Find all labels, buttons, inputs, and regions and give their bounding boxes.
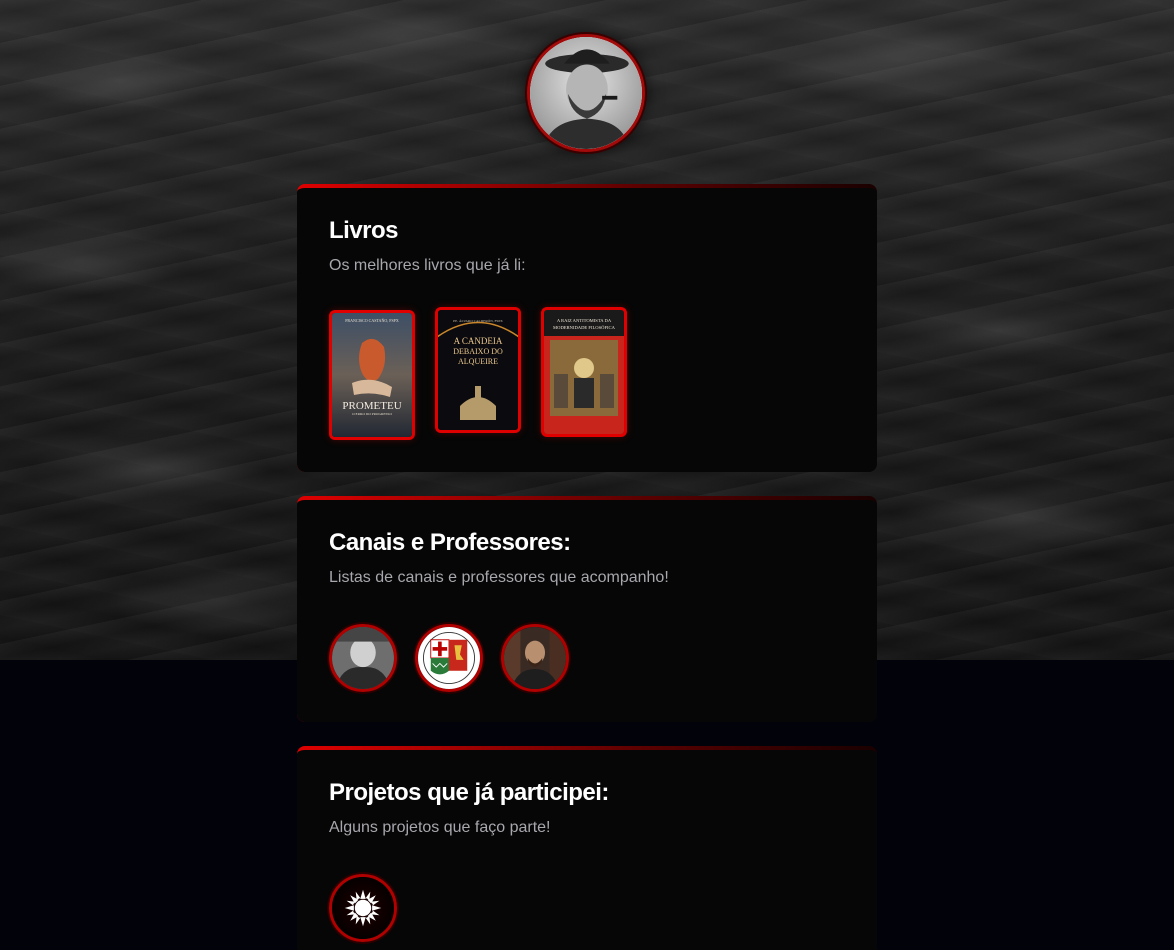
projects-card: Projetos que já participei: Alguns proje… [297,746,877,950]
svg-text:A CANDEIA: A CANDEIA [454,336,503,346]
project-sun-icon[interactable] [329,874,397,942]
svg-text:MODERNIDADE FILOSÓFICA: MODERNIDADE FILOSÓFICA [553,325,616,330]
svg-text:A RAIZ ANTITOMISTA DA: A RAIZ ANTITOMISTA DA [557,318,612,323]
book-cover-prometeu[interactable]: FRANCISCO CASTAÑO, FSPX PROMETEU O ERRO … [329,310,415,440]
channel-avatar-3[interactable] [501,624,569,692]
book-cover-candeia[interactable]: PE. ÁLVARO CALDERÓN, FSPX A CANDEIA DEBA… [435,307,521,433]
book-cover-raiz-antitomista[interactable]: A RAIZ ANTITOMISTA DA MODERNIDADE FILOSÓ… [541,307,627,437]
profile-photo-icon [530,37,642,149]
channel-avatar-1[interactable] [329,624,397,692]
section-title: Canais e Professores: [329,529,571,556]
section-title: Livros [329,217,399,244]
books-card: Livros Os melhores livros que já li: FRA… [297,184,877,472]
section-subtitle: Listas de canais e professores que acomp… [329,569,669,586]
svg-text:DEBAIXO DO: DEBAIXO DO [453,347,503,356]
section-subtitle: Alguns projetos que faço parte! [329,819,551,836]
channels-card: Canais e Professores: Listas de canais e… [297,496,877,722]
svg-text:O ERRO DO PROGRESSO: O ERRO DO PROGRESSO [352,412,392,416]
channel-avatar-2-crest[interactable] [415,624,483,692]
profile-avatar [527,34,645,152]
svg-text:PROMETEU: PROMETEU [342,400,401,412]
section-title: Projetos que já participei: [329,779,609,806]
section-subtitle: Os melhores livros que já li: [329,257,526,274]
svg-text:ALQUEIRE: ALQUEIRE [458,357,498,366]
